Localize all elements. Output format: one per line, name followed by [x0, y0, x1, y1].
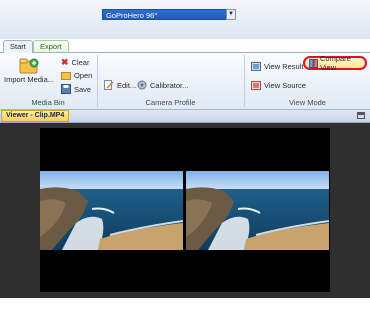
result-frame	[186, 171, 329, 250]
compare-view-icon	[309, 58, 318, 68]
view-result-button[interactable]: View Result	[251, 62, 303, 71]
view-source-icon	[251, 81, 261, 90]
save-button[interactable]: Save	[61, 84, 91, 94]
source-frame	[40, 171, 183, 250]
chevron-down-icon[interactable]: ▼	[226, 9, 236, 20]
import-media-icon	[19, 57, 39, 74]
clear-button[interactable]: ✖ Clear	[61, 57, 89, 68]
calibrator-button[interactable]: Calibrator...	[137, 80, 188, 90]
clear-icon: ✖	[61, 57, 69, 67]
media-bin-group-label: Media Bin	[31, 98, 65, 107]
calibrator-icon	[137, 80, 147, 90]
view-source-button[interactable]: View Source	[251, 81, 306, 90]
import-media-label: Import Media...	[4, 75, 55, 84]
view-result-label: View Result	[264, 62, 304, 71]
clear-label: Clear	[71, 58, 90, 67]
view-result-icon	[251, 62, 261, 71]
camera-profile-group-label: Camera Profile	[145, 98, 196, 107]
viewer-tab[interactable]: Viewer - Clip.MP4	[1, 110, 70, 122]
camera-profile-dropdown[interactable]: GoProHero 96°	[102, 9, 234, 20]
view-source-label: View Source	[264, 81, 306, 90]
edit-icon	[104, 80, 114, 90]
save-label: Save	[74, 84, 92, 94]
import-media-button[interactable]: Import Media...	[4, 57, 54, 84]
maximize-icon[interactable]	[357, 112, 365, 119]
open-label: Open	[74, 71, 93, 80]
view-mode-group-label: View Mode	[289, 98, 326, 107]
edit-label: Edit...	[117, 80, 137, 90]
save-icon	[61, 84, 71, 94]
open-button[interactable]: Open	[61, 71, 92, 80]
compare-view-label: Compare View	[320, 54, 351, 72]
calibrator-label: Calibrator...	[150, 80, 189, 90]
edit-button[interactable]: Edit...	[104, 80, 136, 90]
tab-start[interactable]: Start	[3, 40, 33, 53]
compare-view-button[interactable]: Compare View	[303, 54, 367, 72]
open-icon	[61, 71, 71, 80]
